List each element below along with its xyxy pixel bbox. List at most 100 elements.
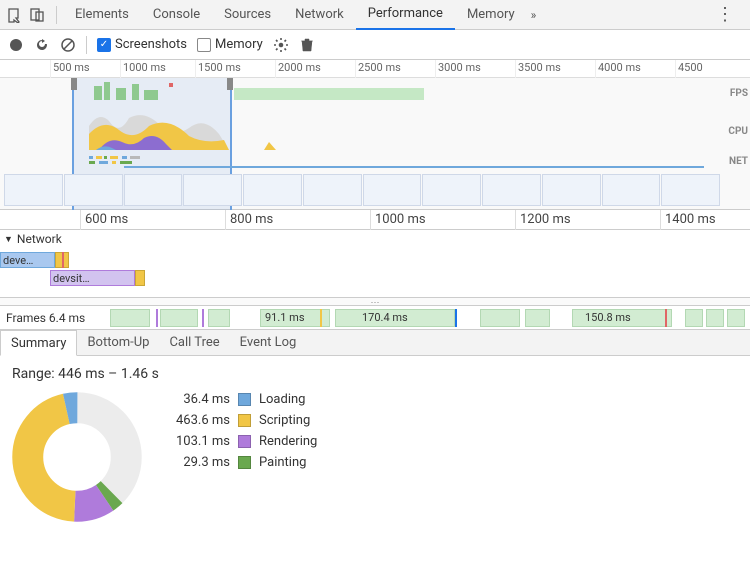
more-tabs-icon[interactable]: »	[531, 8, 537, 22]
network-track-label[interactable]: ▼ Network	[0, 230, 750, 248]
legend-label: Rendering	[259, 434, 317, 449]
divider	[56, 6, 57, 24]
device-toggle-icon[interactable]	[28, 6, 46, 24]
ruler-tick: 1500 ms	[195, 60, 241, 78]
ruler-tick: 500 ms	[50, 60, 90, 78]
ruler-tick: 4500	[675, 60, 703, 78]
filmstrip-frame[interactable]	[303, 174, 362, 206]
legend-value: 29.3 ms	[166, 455, 230, 470]
legend-value: 103.1 ms	[166, 434, 230, 449]
screenshots-checkbox[interactable]: ✓ Screenshots	[97, 37, 187, 52]
legend-row-loading: 36.4 ms Loading	[166, 392, 317, 407]
clear-icon[interactable]	[60, 37, 76, 53]
frame-marker	[156, 309, 158, 327]
tab-eventlog[interactable]: Event Log	[230, 330, 307, 356]
overview-body[interactable]: FPS CPU NET	[0, 78, 750, 210]
legend-value: 36.4 ms	[166, 392, 230, 407]
frame-time: 91.1 ms	[265, 311, 305, 324]
legend-label: Painting	[259, 455, 306, 470]
cpu-chart	[4, 106, 704, 150]
frames-label: Frames 6.4 ms	[6, 311, 106, 325]
memory-checkbox[interactable]: Memory	[197, 37, 263, 52]
net-label: NET	[729, 156, 748, 167]
tab-network[interactable]: Network	[283, 0, 356, 30]
filmstrip-frame[interactable]	[363, 174, 422, 206]
frame-block[interactable]	[110, 309, 150, 327]
filmstrip-frame[interactable]	[64, 174, 123, 206]
legend-label: Scripting	[259, 413, 310, 428]
checkbox-checked-icon: ✓	[97, 38, 111, 52]
swatch-icon	[238, 456, 251, 469]
summary-pie-chart	[12, 392, 142, 522]
frame-block[interactable]	[480, 309, 520, 327]
ruler-tick: 1200 ms	[515, 210, 571, 230]
network-request-bar[interactable]: deve…	[0, 252, 55, 268]
tab-console[interactable]: Console	[141, 0, 212, 30]
network-request-tail[interactable]	[135, 270, 145, 286]
resize-divider[interactable]: ⋯	[0, 298, 750, 306]
devtools-tab-bar: Elements Console Sources Network Perform…	[0, 0, 750, 30]
frame-block[interactable]	[208, 309, 230, 327]
filmstrip-frame[interactable]	[124, 174, 183, 206]
filmstrip-frame[interactable]	[661, 174, 720, 206]
filmstrip-frame[interactable]	[183, 174, 242, 206]
memory-label: Memory	[215, 37, 263, 52]
frame-block[interactable]	[685, 309, 703, 327]
details-tab-bar: Summary Bottom-Up Call Tree Event Log	[0, 330, 750, 356]
network-request-bar[interactable]: devsit…	[50, 270, 135, 286]
tab-calltree[interactable]: Call Tree	[159, 330, 229, 356]
kebab-menu-icon[interactable]: ⋮	[706, 4, 744, 25]
divider	[86, 36, 87, 54]
legend-value: 463.6 ms	[166, 413, 230, 428]
screenshots-label: Screenshots	[115, 37, 187, 52]
overview-ruler: 500 ms 1000 ms 1500 ms 2000 ms 2500 ms 3…	[0, 60, 750, 78]
frame-marker	[202, 309, 204, 327]
filmstrip-frame[interactable]	[4, 174, 63, 206]
collapse-arrow-icon: ▼	[4, 234, 13, 245]
screenshot-filmstrip	[4, 174, 720, 206]
swatch-icon	[238, 393, 251, 406]
swatch-icon	[238, 435, 251, 448]
filmstrip-frame[interactable]	[602, 174, 661, 206]
tab-summary[interactable]: Summary	[0, 330, 77, 356]
tab-memory[interactable]: Memory	[455, 0, 527, 30]
ruler-tick: 1000 ms	[370, 210, 426, 230]
filmstrip-frame[interactable]	[422, 174, 481, 206]
overview-timeline[interactable]: 500 ms 1000 ms 1500 ms 2000 ms 2500 ms 3…	[0, 60, 750, 210]
tab-bottomup[interactable]: Bottom-Up	[77, 330, 159, 356]
ruler-tick: 1400 ms	[660, 210, 716, 230]
fps-chart	[4, 82, 704, 100]
frame-block[interactable]	[525, 309, 550, 327]
marker	[62, 252, 64, 268]
filmstrip-frame[interactable]	[542, 174, 601, 206]
tab-elements[interactable]: Elements	[63, 0, 141, 30]
net-chart	[4, 156, 704, 168]
frame-block[interactable]	[160, 309, 198, 327]
frame-block[interactable]	[706, 309, 724, 327]
tab-sources[interactable]: Sources	[212, 0, 283, 30]
frame-marker	[320, 309, 322, 327]
ruler-tick: 600 ms	[80, 210, 128, 230]
flamechart[interactable]: ▼ Network deve… devsit…	[0, 230, 750, 298]
select-element-icon[interactable]	[6, 6, 24, 24]
reload-icon[interactable]	[34, 37, 50, 53]
summary-panel: Range: 446 ms – 1.46 s 36.4 ms Loading	[0, 356, 750, 532]
network-track-text: Network	[17, 232, 62, 246]
tab-performance[interactable]: Performance	[356, 0, 455, 30]
trash-icon[interactable]	[299, 37, 315, 53]
frames-strip[interactable]: 91.1 ms 170.4 ms 150.8 ms	[110, 309, 746, 327]
summary-range: Range: 446 ms – 1.46 s	[12, 366, 738, 382]
frame-time: 170.4 ms	[362, 311, 408, 324]
frame-block[interactable]	[727, 309, 745, 327]
frames-track: Frames 6.4 ms 91.1 ms 170.4 ms 150.8 ms	[0, 306, 750, 330]
cpu-label: CPU	[728, 126, 748, 137]
swatch-icon	[238, 414, 251, 427]
frame-marker	[665, 309, 667, 327]
filmstrip-frame[interactable]	[243, 174, 302, 206]
frame-time: 150.8 ms	[585, 311, 631, 324]
filmstrip-frame[interactable]	[482, 174, 541, 206]
record-icon[interactable]	[8, 37, 24, 53]
settings-gear-icon[interactable]	[273, 37, 289, 53]
legend-row-rendering: 103.1 ms Rendering	[166, 434, 317, 449]
ruler-tick: 800 ms	[225, 210, 273, 230]
